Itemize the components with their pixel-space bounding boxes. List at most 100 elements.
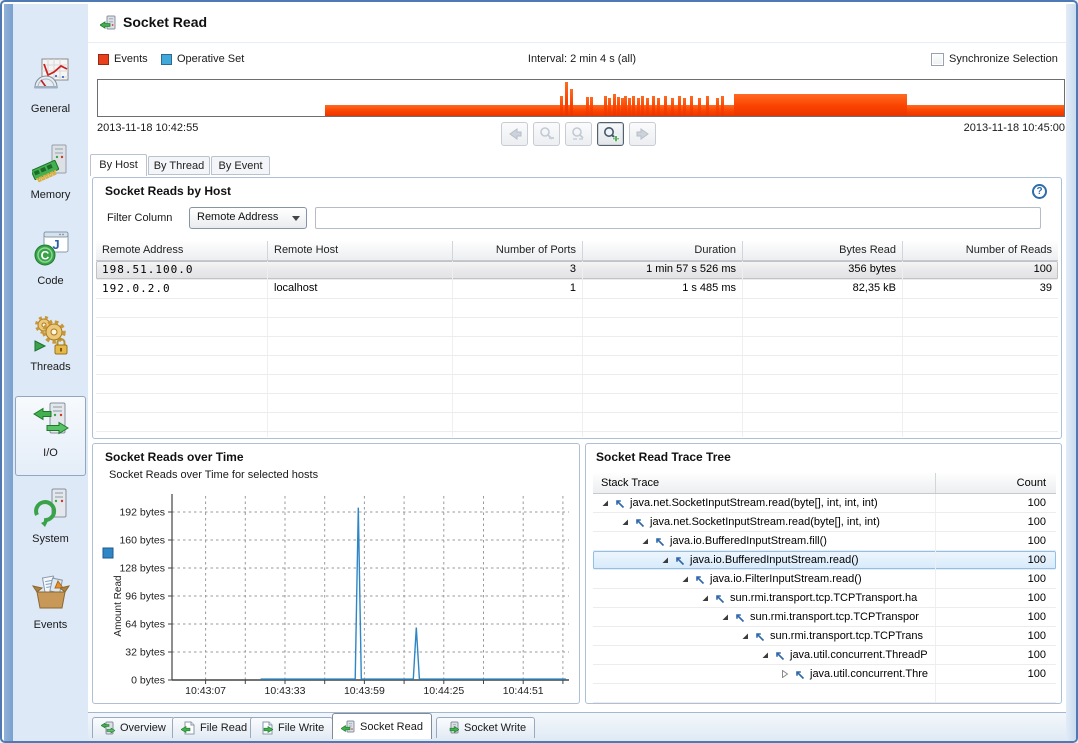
- trace-tree-row[interactable]: java.net.SocketInputStream.read(byte[], …: [593, 513, 1056, 532]
- tab-by-event[interactable]: By Event: [211, 156, 270, 175]
- sidebar-item-code[interactable]: JC Code: [15, 224, 86, 304]
- trace-count: 100: [936, 611, 1056, 623]
- column-header-bytes-read[interactable]: Bytes Read: [743, 241, 903, 260]
- timeline-event-spike: [721, 96, 724, 116]
- trace-count: 100: [936, 668, 1056, 680]
- stack-frame-icon: [754, 631, 765, 642]
- cell-bytes-read: 82,35 kB: [743, 280, 903, 298]
- timeline-strip[interactable]: [97, 79, 1065, 117]
- column-header-count[interactable]: Count: [936, 473, 1056, 493]
- x-axis-tick-label: 10:44:51: [503, 685, 544, 697]
- expander-open-icon[interactable]: [601, 499, 609, 507]
- zoom-out-button[interactable]: [533, 122, 560, 146]
- chart-panel-title: Socket Reads over Time: [105, 450, 244, 464]
- trace-tree-row[interactable]: java.io.FilterInputStream.read()100: [593, 570, 1056, 589]
- expander-open-icon[interactable]: [701, 594, 709, 602]
- host-table-row[interactable]: 198.51.100.0 3 1 min 57 s 526 ms 356 byt…: [96, 261, 1058, 280]
- cell-reads: 100: [903, 261, 1058, 279]
- filter-column-value: Remote Address: [197, 211, 278, 223]
- host-table-empty-row: [96, 394, 1058, 413]
- trace-count: 100: [936, 592, 1056, 604]
- y-axis-tick-label: 96 bytes: [125, 591, 165, 603]
- expander-open-icon[interactable]: [661, 556, 669, 564]
- expander-open-icon[interactable]: [761, 651, 769, 659]
- tab-file-write[interactable]: File Write: [250, 717, 333, 738]
- synchronize-label[interactable]: Synchronize Selection: [949, 53, 1058, 65]
- socket-reads-over-time-chart[interactable]: 0 bytes32 bytes64 bytes96 bytes128 bytes…: [97, 488, 575, 702]
- y-axis-title: Amount Read: [113, 575, 124, 636]
- socket-read-icon: [341, 720, 355, 734]
- column-header-remote-host[interactable]: Remote Host: [268, 241, 453, 260]
- tab-file-read[interactable]: File Read: [172, 717, 256, 738]
- tab-overview[interactable]: Overview: [92, 717, 175, 738]
- x-axis-tick-label: 10:43:59: [344, 685, 385, 697]
- zoom-in-button[interactable]: [597, 122, 624, 146]
- timeline-event-spike: [560, 96, 563, 116]
- overview-icon: [101, 721, 115, 735]
- expander-open-icon[interactable]: [681, 575, 689, 583]
- expander-closed-icon[interactable]: [781, 670, 789, 678]
- timeline-event-spike: [671, 98, 674, 116]
- tab-by-thread[interactable]: By Thread: [148, 156, 210, 175]
- host-table-empty-row: [96, 413, 1058, 432]
- synchronize-checkbox[interactable]: [931, 53, 944, 66]
- step-forward-button[interactable]: [629, 122, 656, 146]
- sidebar-item-events[interactable]: Events: [15, 568, 86, 648]
- trace-tree-row[interactable]: sun.rmi.transport.tcp.TCPTrans100: [593, 627, 1056, 646]
- expander-open-icon[interactable]: [641, 537, 649, 545]
- window-left-strip: [4, 4, 13, 741]
- operative-set-legend-label: Operative Set: [177, 53, 244, 65]
- system-icon: [32, 487, 70, 527]
- file-read-icon: [181, 721, 195, 735]
- tab-socket-write[interactable]: Socket Write: [436, 717, 535, 738]
- sidebar-item-system[interactable]: System: [15, 482, 86, 562]
- sidebar-item-label: Threads: [30, 361, 70, 373]
- x-axis-tick-label: 10:44:25: [423, 685, 464, 697]
- trace-tree-row[interactable]: sun.rmi.transport.tcp.TCPTransport.ha100: [593, 589, 1056, 608]
- trace-tree-row[interactable]: java.util.concurrent.Thre100: [593, 665, 1056, 684]
- arrow-right-icon: [634, 126, 652, 142]
- page-title: Socket Read: [123, 14, 207, 30]
- amount-read-series-line: [261, 508, 566, 679]
- tab-socket-read[interactable]: Socket Read: [332, 713, 432, 739]
- expander-open-icon[interactable]: [721, 613, 729, 621]
- sidebar-item-general[interactable]: General: [15, 52, 86, 132]
- filter-input[interactable]: [315, 207, 1041, 229]
- sidebar-item-threads[interactable]: Threads: [15, 310, 86, 390]
- filter-column-dropdown[interactable]: Remote Address: [189, 207, 307, 229]
- stack-frame-icon: [674, 555, 685, 566]
- sidebar-item-io[interactable]: I/O: [15, 396, 86, 476]
- column-header-number-of-ports[interactable]: Number of Ports: [453, 241, 583, 260]
- timeline-event-spike: [706, 96, 709, 116]
- sidebar-item-label: Events: [34, 619, 68, 631]
- trace-tree-row[interactable]: java.io.BufferedInputStream.read()100: [593, 551, 1056, 570]
- zoom-selection-button[interactable]: [565, 122, 592, 146]
- column-header-duration[interactable]: Duration: [583, 241, 743, 260]
- step-back-button[interactable]: [501, 122, 528, 146]
- trace-tree-row[interactable]: java.util.concurrent.ThreadP100: [593, 646, 1056, 665]
- trace-tree-row[interactable]: java.io.BufferedInputStream.fill()100: [593, 532, 1056, 551]
- y-axis-tick-label: 160 bytes: [119, 535, 165, 547]
- general-icon: [32, 57, 70, 97]
- column-header-remote-address[interactable]: Remote Address: [96, 241, 268, 260]
- expander-open-icon[interactable]: [741, 632, 749, 640]
- trace-count: 100: [936, 497, 1056, 509]
- y-axis-tick-label: 192 bytes: [119, 507, 165, 519]
- host-table-row[interactable]: 192.0.2.0 localhost 1 1 s 485 ms 82,35 k…: [96, 280, 1058, 299]
- expander-open-icon[interactable]: [621, 518, 629, 526]
- column-header-number-of-reads[interactable]: Number of Reads: [903, 241, 1058, 260]
- host-table-header: Remote Address Remote Host Number of Por…: [96, 241, 1058, 261]
- trace-panel-title: Socket Read Trace Tree: [596, 450, 731, 464]
- trace-tree-row[interactable]: java.net.SocketInputStream.read(byte[], …: [593, 494, 1056, 513]
- trace-tree-row[interactable]: sun.rmi.transport.tcp.TCPTranspor100: [593, 608, 1056, 627]
- cell-duration: 1 s 485 ms: [583, 280, 743, 298]
- events-legend-label: Events: [114, 53, 148, 65]
- application-window: General Memory JC Code Threads I/O: [0, 0, 1078, 743]
- sidebar-item-memory[interactable]: Memory: [15, 138, 86, 218]
- help-icon[interactable]: ?: [1032, 184, 1047, 199]
- cell-ports: 1: [453, 280, 583, 298]
- tab-by-host[interactable]: By Host: [90, 154, 147, 176]
- y-axis-tick-label: 0 bytes: [131, 675, 165, 687]
- cell-remote-address: 192.0.2.0: [96, 280, 268, 298]
- column-header-stack-trace[interactable]: Stack Trace: [593, 473, 936, 493]
